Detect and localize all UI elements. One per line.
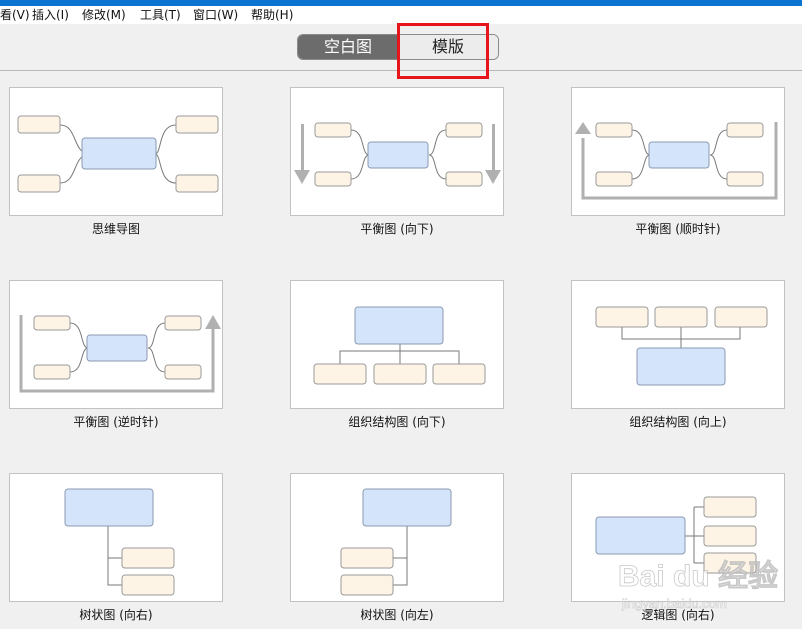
template-thumbnail xyxy=(9,87,223,216)
template-caption: 平衡图 (逆时针) xyxy=(73,415,159,429)
org-chart-up-icon xyxy=(595,306,768,386)
menu-bar: 看(V) 插入(I) 修改(M) 工具(T) 窗口(W) 帮助(H) xyxy=(0,6,802,24)
tree-left-icon xyxy=(340,488,452,596)
template-thumbnail xyxy=(290,473,504,602)
highlight-box xyxy=(397,23,489,79)
balance-counterclockwise-icon xyxy=(19,315,221,393)
watermark-url: jingyan.baidu.com xyxy=(621,596,727,611)
menu-window[interactable]: 窗口(W) xyxy=(193,7,238,23)
template-thumbnail xyxy=(571,87,785,216)
blank-map-tab[interactable]: 空白图 xyxy=(298,35,398,59)
template-caption: 树状图 (向左) xyxy=(360,608,434,622)
template-thumbnail xyxy=(290,87,504,216)
watermark-brand: Bai du 经验 xyxy=(618,559,778,593)
template-thumbnail xyxy=(9,280,223,409)
template-caption: 思维导图 xyxy=(91,222,140,236)
template-caption: 树状图 (向右) xyxy=(79,608,153,622)
mind-map-icon xyxy=(17,115,219,193)
template-thumbnail xyxy=(290,280,504,409)
template-thumbnail xyxy=(571,280,785,409)
menu-insert[interactable]: 插入(I) xyxy=(32,7,69,23)
template-caption: 组织结构图 (向下) xyxy=(348,415,446,429)
menu-modify[interactable]: 修改(M) xyxy=(82,7,126,23)
template-caption: 平衡图 (向下) xyxy=(360,222,434,236)
balance-down-icon xyxy=(294,122,501,187)
tree-right-icon xyxy=(64,488,175,596)
balance-clockwise-icon xyxy=(575,122,778,200)
menu-view[interactable]: 看(V) xyxy=(0,7,30,23)
template-caption: 组织结构图 (向上) xyxy=(629,415,727,429)
menu-help[interactable]: 帮助(H) xyxy=(251,7,293,23)
menu-tools[interactable]: 工具(T) xyxy=(140,7,181,23)
template-caption: 平衡图 (顺时针) xyxy=(635,222,721,236)
baidu-watermark: Bai du 经验 jingyan.baidu.com xyxy=(618,548,798,618)
template-thumbnail xyxy=(9,473,223,602)
org-chart-down-icon xyxy=(313,306,486,385)
